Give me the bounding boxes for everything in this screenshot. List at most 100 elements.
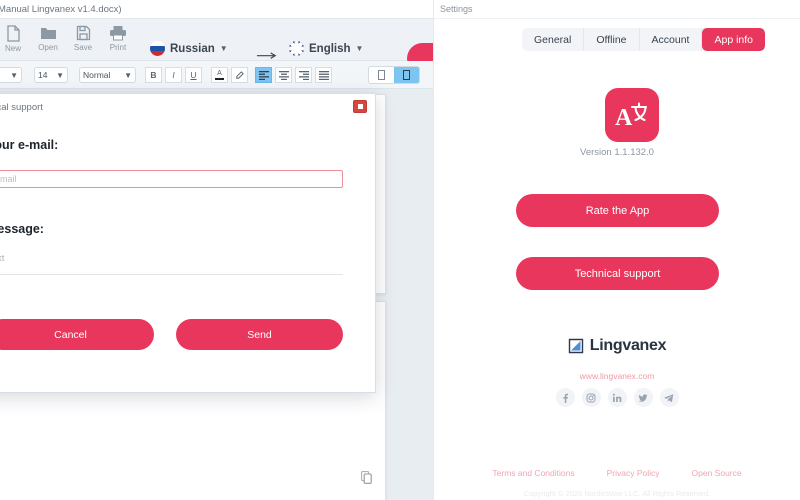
close-icon[interactable] <box>353 100 367 113</box>
align-center-button[interactable] <box>275 67 292 83</box>
save-button-label: Save <box>73 43 93 52</box>
dialog-actions: Cancel Send <box>0 319 343 350</box>
linkedin-icon[interactable] <box>607 388 627 407</box>
chevron-down-icon: ▼ <box>10 70 18 80</box>
email-input[interactable] <box>0 170 343 188</box>
editor-format-bar: ▼ 14 ▼ Normal ▼ B I U A <box>0 61 433 89</box>
file-actions-group: New Open Save Print <box>0 22 135 58</box>
open-folder-icon <box>40 25 57 41</box>
message-input[interactable] <box>0 253 343 275</box>
russia-flag-icon <box>150 41 165 56</box>
instagram-icon[interactable] <box>581 388 601 407</box>
tab-account[interactable]: Account <box>640 28 703 51</box>
copy-icon[interactable] <box>361 471 372 484</box>
orientation-portrait-option[interactable] <box>369 67 394 83</box>
font-size-value: 14 <box>38 70 48 80</box>
color-swatch <box>215 78 224 80</box>
font-color-button[interactable]: A <box>211 67 228 83</box>
editor-window: Lingvanex Translator (Manual Lingvanex v… <box>0 0 433 500</box>
send-button[interactable]: Send <box>176 319 343 350</box>
new-document-icon <box>6 25 21 42</box>
align-center-icon <box>278 70 289 80</box>
footer-links: Terms and Conditions Privacy Policy Open… <box>434 468 800 478</box>
bold-button[interactable]: B <box>145 67 162 83</box>
align-justify-button[interactable] <box>315 67 332 83</box>
website-link[interactable]: www.lingvanex.com <box>434 371 800 381</box>
align-right-button[interactable] <box>295 67 312 83</box>
terms-and-conditions-link[interactable]: Terms and Conditions <box>492 468 574 478</box>
dialog-body: Your e-mail: Message: <box>0 124 375 280</box>
highlighter-icon <box>236 70 244 79</box>
tab-offline[interactable]: Offline <box>584 28 640 51</box>
brand-logo: Lingvanex <box>434 337 800 355</box>
copyright-text: Copyright © 2020 NordicWise LLC. All Rig… <box>523 489 711 498</box>
font-size-select[interactable]: 14 ▼ <box>34 67 68 83</box>
save-button[interactable]: Save <box>66 22 100 58</box>
svg-text:A: A <box>615 105 633 130</box>
editor-titlebar: Lingvanex Translator (Manual Lingvanex v… <box>0 0 433 19</box>
uk-flag-icon <box>289 41 304 56</box>
font-family-select[interactable]: ▼ <box>0 67 22 83</box>
cancel-button[interactable]: Cancel <box>0 319 154 350</box>
orientation-toggle[interactable] <box>368 66 420 84</box>
brand-name: Lingvanex <box>589 337 667 354</box>
twitter-icon[interactable] <box>633 388 653 407</box>
chevron-down-icon: ▼ <box>355 44 364 53</box>
printer-icon <box>109 25 127 41</box>
social-links <box>434 388 800 407</box>
print-button[interactable]: Print <box>101 22 135 58</box>
source-language-label: Russian <box>170 42 215 55</box>
paragraph-style-select[interactable]: Normal ▼ <box>79 67 136 83</box>
swap-arrow-icon[interactable] <box>256 52 278 61</box>
settings-window-title: Settings <box>440 4 473 14</box>
app-version: Version 1.1.132.0 <box>580 147 654 158</box>
tab-general[interactable]: General <box>522 28 585 51</box>
target-language-selector[interactable]: English ▼ <box>289 41 363 56</box>
underline-label: U <box>190 70 197 80</box>
italic-button[interactable]: I <box>165 67 182 83</box>
close-glyph <box>357 104 363 109</box>
italic-label: I <box>172 70 175 80</box>
rate-the-app-button[interactable]: Rate the App <box>516 194 719 227</box>
technical-support-button[interactable]: Technical support <box>516 257 719 290</box>
message-label: Message: <box>0 222 44 236</box>
lingvanex-mark-icon <box>568 338 583 354</box>
editor-ribbon: New Open Save Print Russian ▼ English ▼ <box>0 19 433 74</box>
print-button-label: Print <box>109 43 127 52</box>
technical-support-dialog: Technical support Your e-mail: Message: … <box>0 93 376 393</box>
new-button[interactable]: New <box>0 22 30 58</box>
app-root: Lingvanex Translator (Manual Lingvanex v… <box>0 0 800 500</box>
settings-window: Settings General Offline Account App inf… <box>433 0 800 500</box>
landscape-icon <box>403 70 410 80</box>
editor-window-title: Lingvanex Translator (Manual Lingvanex v… <box>0 4 122 15</box>
chevron-down-icon: ▼ <box>219 44 228 53</box>
telegram-icon[interactable] <box>659 388 679 407</box>
email-label: Your e-mail: <box>0 138 59 152</box>
tab-app-info[interactable]: App info <box>702 28 766 51</box>
open-button-label: Open <box>38 43 58 52</box>
orientation-landscape-option[interactable] <box>394 67 419 83</box>
chevron-down-icon: ▼ <box>124 70 132 80</box>
source-language-selector[interactable]: Russian ▼ <box>150 41 228 56</box>
font-color-label: A <box>217 70 222 77</box>
open-button[interactable]: Open <box>31 22 65 58</box>
translate-app-icon: A <box>605 88 659 142</box>
underline-button[interactable]: U <box>185 67 202 83</box>
floppy-disk-icon <box>76 25 91 41</box>
align-left-button[interactable] <box>255 67 272 83</box>
facebook-icon[interactable] <box>555 388 575 407</box>
settings-titlebar: Settings <box>434 0 800 19</box>
target-language-label: English <box>309 42 351 55</box>
settings-tabbar: General Offline Account App info <box>522 28 766 51</box>
align-justify-icon <box>318 70 329 80</box>
open-source-link[interactable]: Open Source <box>692 468 742 478</box>
dialog-title: Technical support <box>0 102 43 113</box>
align-right-icon <box>298 70 309 80</box>
chevron-down-icon: ▼ <box>56 70 64 80</box>
align-left-icon <box>258 70 269 80</box>
privacy-policy-link[interactable]: Privacy Policy <box>607 468 660 478</box>
paragraph-style-value: Normal <box>83 70 111 80</box>
highlight-button[interactable] <box>231 67 248 83</box>
portrait-icon <box>378 70 385 80</box>
bold-label: B <box>150 70 157 80</box>
